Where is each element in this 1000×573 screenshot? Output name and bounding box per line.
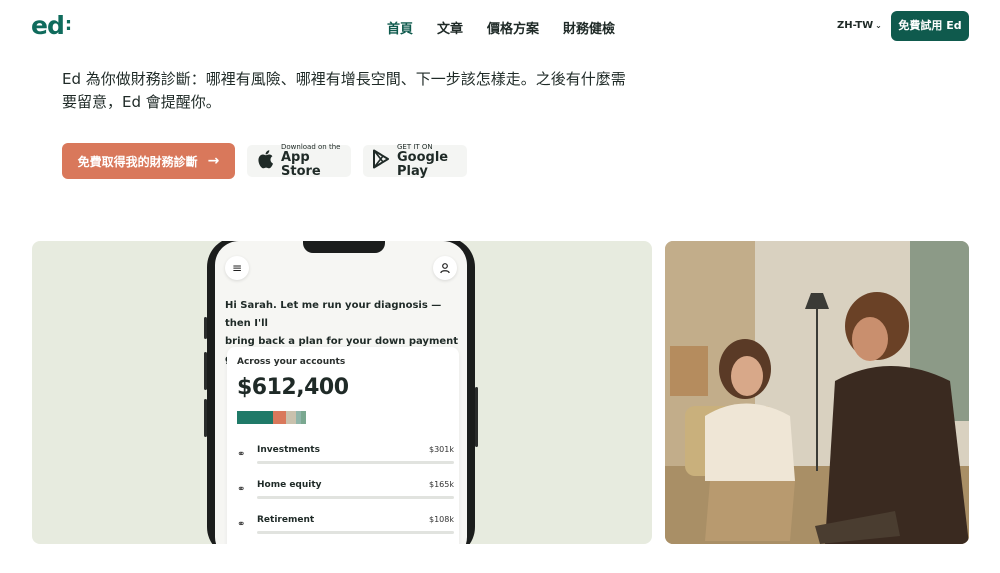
phone-screen: ≡ Hi Sarah. Let me run your diagnosis — … <box>215 241 467 544</box>
profile-icon[interactable] <box>433 256 457 280</box>
app-preview-panel: ≡ Hi Sarah. Let me run your diagnosis — … <box>32 241 652 544</box>
allocation-bar <box>237 411 306 424</box>
nav-pricing[interactable]: 價格方案 <box>487 18 539 37</box>
phone-side-button <box>204 317 207 339</box>
greeting-line-1: Hi Sarah. Let me run your diagnosis — th… <box>225 300 442 329</box>
account-progress-track <box>257 531 454 534</box>
language-selector[interactable]: ZH-TW ⌄ <box>837 20 882 31</box>
account-amount: $301k <box>429 445 454 454</box>
phone-side-button <box>475 387 478 447</box>
link-icon: ⚭ <box>237 484 246 495</box>
nav-articles[interactable]: 文章 <box>437 18 463 37</box>
accounts-card: Across your accounts $612,400 ⚭ Investme… <box>227 347 459 544</box>
nav-financial-checkup[interactable]: 財務健檢 <box>563 18 615 37</box>
google-play-big-text: Google Play <box>397 150 449 179</box>
account-name: Investments <box>257 445 320 455</box>
phone-notch <box>303 241 385 253</box>
hero-description-line-2: 要留意，Ed 會提醒你。 <box>62 93 221 111</box>
app-store-big-text: App Store <box>281 150 321 179</box>
main-nav: 首頁 文章 價格方案 財務健檢 <box>387 18 615 37</box>
account-amount: $108k <box>429 515 454 524</box>
account-name: Retirement <box>257 515 315 525</box>
arrow-right-icon: → <box>207 153 220 169</box>
nav-home[interactable]: 首頁 <box>387 18 413 37</box>
ed-logo[interactable]: ed: <box>31 11 72 40</box>
allocation-segment <box>273 411 286 424</box>
account-row-investments[interactable]: ⚭ Investments $301k <box>237 445 454 469</box>
allocation-segment <box>237 411 273 424</box>
couple-photo-illustration <box>665 241 969 544</box>
couple-photo <box>665 241 969 544</box>
accounts-total: $612,400 <box>237 375 349 400</box>
link-icon: ⚭ <box>237 449 246 460</box>
phone-side-button <box>204 399 207 437</box>
apple-icon <box>256 149 274 173</box>
allocation-segment <box>286 411 296 424</box>
chevron-down-icon: ⌄ <box>875 21 882 30</box>
hero-description-line-1: Ed 為你做財務診斷：哪裡有風險、哪裡有增長空間、下一步該怎樣走。之後有什麼需 <box>62 70 626 88</box>
get-diagnosis-button[interactable]: 免費取得我的財務診斷 → <box>62 143 235 179</box>
account-amount: $165k <box>429 480 454 489</box>
site-header: ed: 首頁 文章 價格方案 財務健檢 ZH-TW ⌄ 免費試用 Ed <box>0 0 1000 52</box>
hero-description: Ed 為你做財務診斷：哪裡有風險、哪裡有增長空間、下一步該怎樣走。之後有什麼需 … <box>62 68 662 114</box>
google-play-icon <box>372 149 390 173</box>
google-play-badge[interactable]: GET IT ON Google Play <box>363 143 467 179</box>
allocation-segment <box>301 411 306 424</box>
account-row-retirement[interactable]: ⚭ Retirement $108k <box>237 515 454 539</box>
menu-icon[interactable]: ≡ <box>225 256 249 280</box>
account-row-home-equity[interactable]: ⚭ Home equity $165k <box>237 480 454 504</box>
link-icon: ⚭ <box>237 519 246 530</box>
app-store-badge[interactable]: Download on the App Store <box>247 143 351 179</box>
free-trial-button[interactable]: 免費試用 Ed <box>891 11 969 41</box>
account-progress-track <box>257 461 454 464</box>
get-diagnosis-label: 免費取得我的財務診斷 <box>77 154 198 169</box>
account-name: Home equity <box>257 480 322 490</box>
phone-mockup: ≡ Hi Sarah. Let me run your diagnosis — … <box>204 241 478 544</box>
phone-side-button <box>204 352 207 390</box>
accounts-card-label: Across your accounts <box>237 357 346 367</box>
account-progress-track <box>257 496 454 499</box>
